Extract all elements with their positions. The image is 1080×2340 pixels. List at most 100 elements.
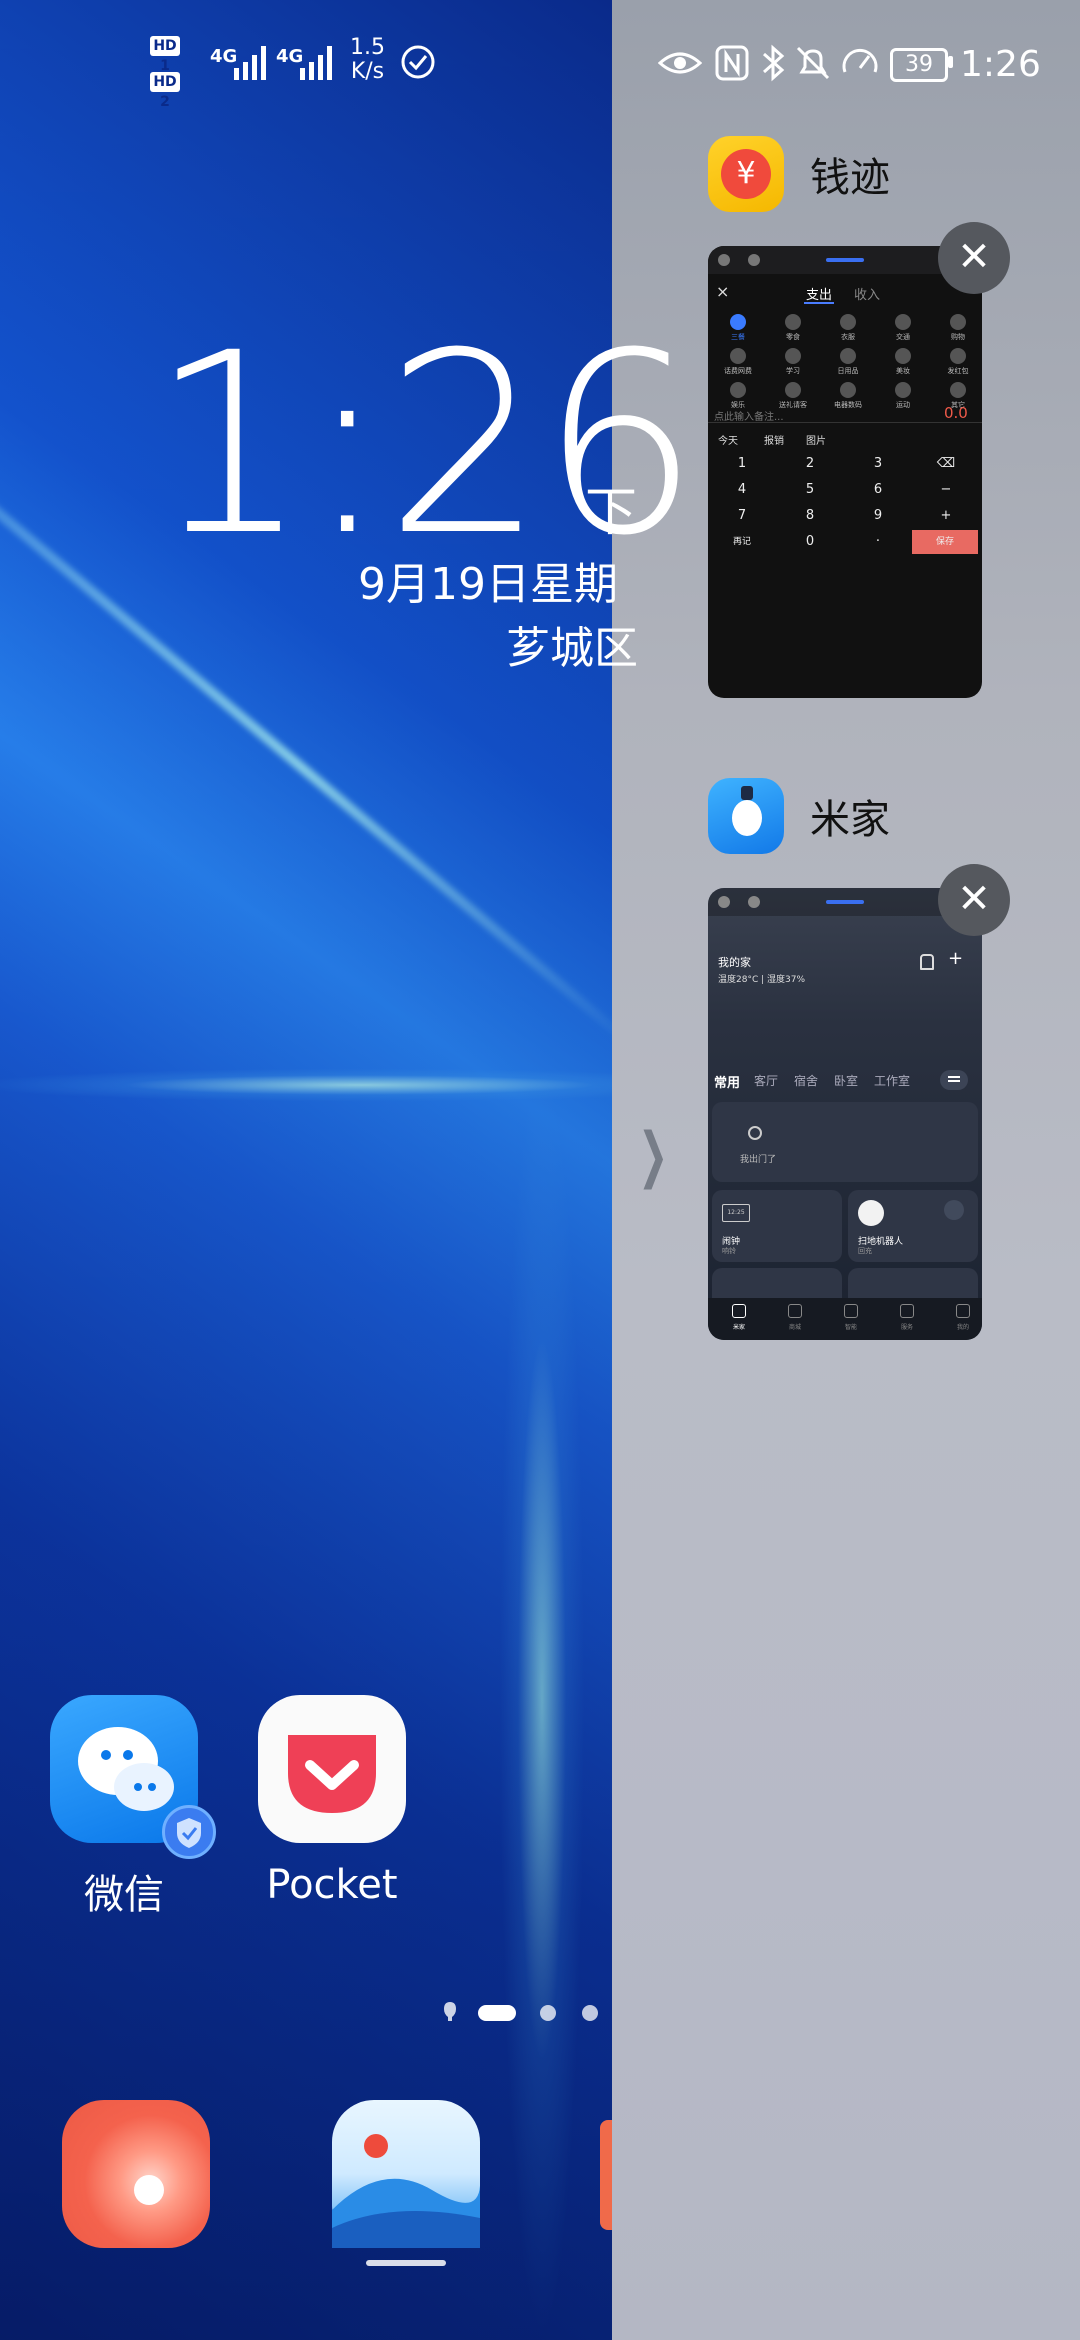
quick-today[interactable]: 今天 <box>718 432 738 447</box>
keypad-key[interactable]: ⌫ <box>912 452 980 476</box>
category-icon[interactable] <box>950 314 966 330</box>
pocket-app-icon[interactable] <box>258 1695 406 1843</box>
close-screen-icon: × <box>716 282 730 301</box>
room-tab[interactable]: 宿舍 <box>794 1072 818 1089</box>
category-icon[interactable] <box>895 382 911 398</box>
room-tab[interactable]: 客厅 <box>754 1072 778 1089</box>
room-tab[interactable]: 卧室 <box>834 1072 858 1089</box>
battery-icon: 39 <box>890 48 948 82</box>
eye-icon <box>658 52 702 74</box>
speedometer-icon <box>842 49 878 73</box>
tabs-menu-icon[interactable] <box>940 1070 968 1090</box>
bluetooth-icon <box>763 44 785 82</box>
keypad-key[interactable]: 3 <box>844 452 912 476</box>
category-icon[interactable] <box>840 348 856 364</box>
category-label: 学习 <box>786 367 800 375</box>
device-card-partial <box>848 1268 978 1298</box>
mute-bell-icon <box>796 46 830 80</box>
room-tab[interactable]: 常用 <box>714 1072 740 1091</box>
tab-income: 收入 <box>854 288 881 303</box>
nav-icon[interactable] <box>900 1304 914 1318</box>
status-time: 1:26 <box>960 44 1041 85</box>
keypad-key[interactable]: 5 <box>776 478 844 502</box>
window-minimize-icon <box>748 254 760 266</box>
category-icon[interactable] <box>785 382 801 398</box>
keypad-key[interactable]: − <box>912 478 980 502</box>
category-icon[interactable] <box>785 314 801 330</box>
category-icon[interactable] <box>730 314 746 330</box>
category-label: 运动 <box>896 401 910 409</box>
scene-card[interactable]: 我出门了 <box>712 1102 978 1182</box>
keypad-key[interactable]: 保存 <box>912 530 978 554</box>
nav-icon[interactable] <box>956 1304 970 1318</box>
device-action-icon[interactable] <box>944 1200 964 1220</box>
keypad-key[interactable]: 4 <box>708 478 776 502</box>
category-icon[interactable] <box>785 348 801 364</box>
close-recent-qianji-button[interactable]: ✕ <box>938 222 1010 294</box>
keypad-key[interactable]: 7 <box>708 504 776 528</box>
gallery-app-icon[interactable] <box>332 2100 481 2248</box>
dock-app-icon-1[interactable] <box>62 2100 210 2248</box>
nfc-icon <box>715 45 749 81</box>
battery-tip <box>948 56 953 68</box>
category-icon[interactable] <box>840 314 856 330</box>
category-icon[interactable] <box>895 314 911 330</box>
category-label: 零食 <box>786 333 800 341</box>
recent-app-header-qianji: ¥ 钱迹 <box>708 136 890 212</box>
keypad-key[interactable]: 0 <box>776 530 844 554</box>
keypad-key[interactable]: 9 <box>844 504 912 528</box>
sim2-hd-badge: HD 2 <box>150 72 180 110</box>
network-speed: 1.5 K/s <box>350 35 385 84</box>
recent-app-card-qianji[interactable]: × 支出 收入 三餐 零食 衣服 交通 购物 话费网费 学习 日用品 美妆 发红包 娱乐 送礼请客 电器… <box>708 246 982 698</box>
keypad-key[interactable]: 6 <box>844 478 912 502</box>
category-label: 交通 <box>896 333 910 341</box>
expand-chevron-icon[interactable]: ❯ <box>638 1120 668 1190</box>
yen-icon: ¥ <box>721 149 771 199</box>
sim1-hd-badge: HD 1 <box>150 36 180 74</box>
wechat-app-icon[interactable] <box>50 1695 216 1859</box>
alarm-clock-icon: 12:25 <box>722 1204 750 1222</box>
category-icon[interactable] <box>950 348 966 364</box>
nav-icon[interactable] <box>732 1304 746 1318</box>
note-input[interactable]: 点此输入备注... <box>714 408 784 423</box>
category-icon[interactable] <box>950 382 966 398</box>
device-card-clock[interactable]: 12:25 闹钟 响铃 <box>712 1190 842 1262</box>
nav-icon[interactable] <box>844 1304 858 1318</box>
category-label: 电器数码 <box>834 401 862 409</box>
verified-shield-icon <box>162 1805 216 1859</box>
category-icon[interactable] <box>840 382 856 398</box>
category-label: 三餐 <box>731 333 745 341</box>
dock-indicator <box>366 2260 446 2266</box>
category-icon[interactable] <box>730 348 746 364</box>
window-drag-handle <box>826 258 864 262</box>
recent-app-card-mijia[interactable]: 我的家 温度28°C | 湿度37% + 常用 客厅 宿舍 卧室 工作室 我出门了 12… <box>708 888 982 1340</box>
room-tab[interactable]: 工作室 <box>874 1072 910 1089</box>
keypad-key[interactable]: 1 <box>708 452 776 476</box>
category-icon[interactable] <box>730 382 746 398</box>
scene-icon <box>748 1126 762 1140</box>
quick-reimburse[interactable]: 报销 <box>764 432 784 447</box>
keypad-key[interactable]: 8 <box>776 504 844 528</box>
category-label: 发红包 <box>947 367 969 375</box>
quick-image[interactable]: 图片 <box>806 432 826 447</box>
add-device-icon[interactable]: + <box>948 948 963 969</box>
gallery-wave-icon <box>332 2134 481 2248</box>
divider <box>708 422 982 423</box>
keypad-key[interactable]: 再记 <box>708 530 776 554</box>
device-card-vacuum[interactable]: 扫地机器人 回充 <box>848 1190 978 1262</box>
recent-app-title: 钱迹 <box>810 155 890 201</box>
nav-label: 服务 <box>900 1324 913 1331</box>
nav-icon[interactable] <box>788 1304 802 1318</box>
close-recent-mijia-button[interactable]: ✕ <box>938 864 1010 936</box>
notification-bell-icon[interactable] <box>920 954 934 970</box>
keypad-key[interactable]: + <box>912 504 980 528</box>
keypad-key[interactable]: 2 <box>776 452 844 476</box>
keypad-key[interactable]: · <box>844 530 912 554</box>
page-dot <box>582 2005 598 2021</box>
category-icon[interactable] <box>895 348 911 364</box>
scene-label: 我出门了 <box>740 1155 777 1165</box>
home-title[interactable]: 我的家 <box>718 954 751 970</box>
dock-partial-icon <box>600 2120 612 2230</box>
category-label: 话费网费 <box>724 367 752 375</box>
window-pin-icon <box>718 254 730 266</box>
